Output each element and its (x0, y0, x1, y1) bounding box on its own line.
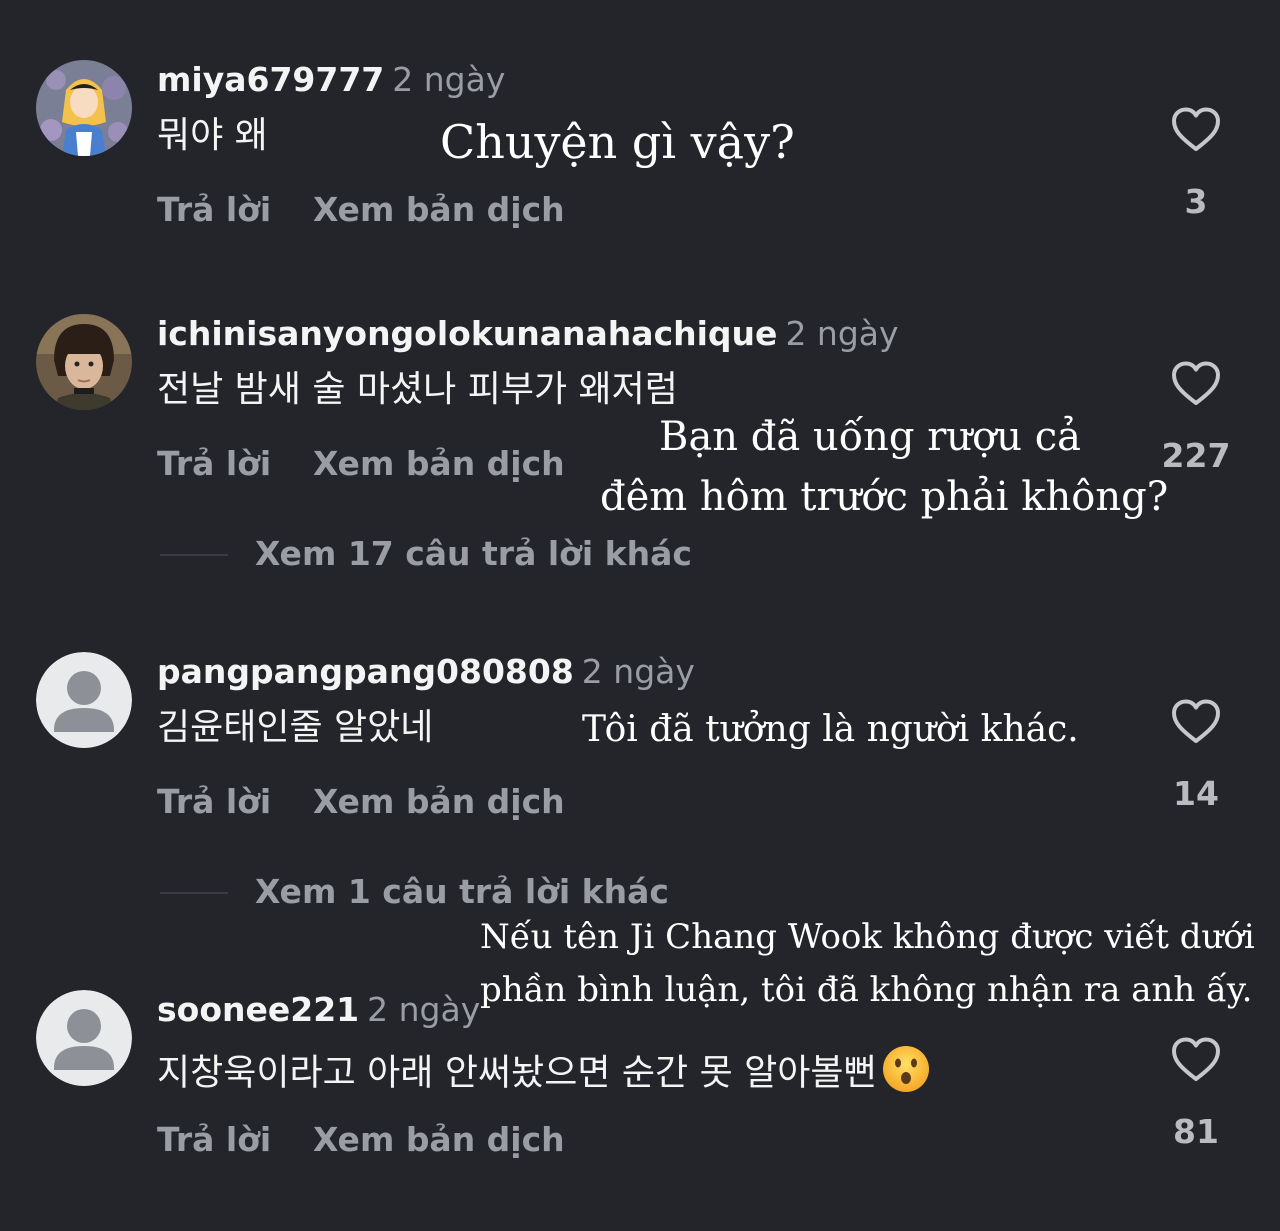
avatar[interactable] (36, 314, 132, 410)
hushed-face-emoji-icon (881, 1044, 931, 1105)
timestamp: 2 ngày (581, 652, 695, 691)
view-more-replies-label: Xem 1 câu trả lời khác (255, 872, 669, 911)
see-translation-button[interactable]: Xem bản dịch (313, 1120, 565, 1160)
avatar[interactable] (36, 60, 132, 156)
comment-text: 김윤태인줄 알았네 (157, 707, 434, 748)
comment-text: 전날 밤새 술 마셨나 피부가 왜저럼 (157, 369, 678, 410)
like-button[interactable] (1170, 698, 1222, 746)
comment-header: pangpangpang080808 2 ngày (157, 652, 695, 692)
comment-text-content: 지창욱이라고 아래 안써놨으면 순간 못 알아볼뻔 (157, 1052, 877, 1094)
username[interactable]: soonee221 (157, 990, 359, 1029)
avatar[interactable] (36, 990, 132, 1086)
like-button[interactable] (1170, 106, 1222, 154)
translation-overlay: Tôi đã tưởng là người khác. (582, 709, 1079, 750)
username[interactable]: miya679777 (157, 60, 384, 99)
avatar[interactable] (36, 652, 132, 748)
heart-icon (1172, 361, 1220, 405)
username[interactable]: pangpangpang080808 (157, 652, 574, 691)
like-button[interactable] (1170, 360, 1222, 408)
like-count: 227 (1161, 436, 1231, 475)
see-translation-button[interactable]: Xem bản dịch (313, 190, 565, 230)
translation-overlay: đêm hôm trước phải không? (600, 474, 1169, 520)
like-button[interactable] (1170, 1036, 1222, 1084)
view-more-replies-label: Xem 17 câu trả lời khác (255, 534, 692, 573)
username[interactable]: ichinisanyongolokunanahachique (157, 314, 777, 353)
translation-overlay: Chuyện gì vậy? (440, 115, 795, 169)
heart-icon (1172, 699, 1220, 743)
see-translation-button[interactable]: Xem bản dịch (313, 444, 565, 484)
heart-icon (1172, 107, 1220, 151)
heart-icon (1172, 1037, 1220, 1081)
comment-header: soonee221 2 ngày (157, 990, 480, 1030)
reply-button[interactable]: Trả lời (157, 190, 271, 230)
comment-header: ichinisanyongolokunanahachique 2 ngày (157, 314, 899, 354)
translation-overlay: phần bình luận, tôi đã không nhận ra anh… (480, 970, 1253, 1010)
like-count: 3 (1184, 182, 1208, 221)
reply-button[interactable]: Trả lời (157, 782, 271, 822)
comment-text: 지창욱이라고 아래 안써놨으면 순간 못 알아볼뻔 (157, 1044, 931, 1105)
timestamp: 2 ngày (392, 60, 506, 99)
default-user-avatar-icon (36, 990, 132, 1086)
translation-overlay: Nếu tên Ji Chang Wook không được viết dư… (480, 917, 1255, 957)
comment-text: 뭐야 왜 (157, 115, 268, 156)
reply-button[interactable]: Trả lời (157, 1120, 271, 1160)
default-user-avatar-icon (36, 652, 132, 748)
divider (160, 554, 228, 556)
divider (160, 892, 228, 894)
timestamp: 2 ngày (785, 314, 899, 353)
reply-button[interactable]: Trả lời (157, 444, 271, 484)
comment-header: miya679777 2 ngày (157, 60, 505, 100)
like-count: 81 (1173, 1112, 1219, 1151)
see-translation-button[interactable]: Xem bản dịch (313, 782, 565, 822)
like-count: 14 (1173, 774, 1219, 813)
translation-overlay: Bạn đã uống rượu cả (659, 414, 1081, 460)
timestamp: 2 ngày (367, 990, 481, 1029)
